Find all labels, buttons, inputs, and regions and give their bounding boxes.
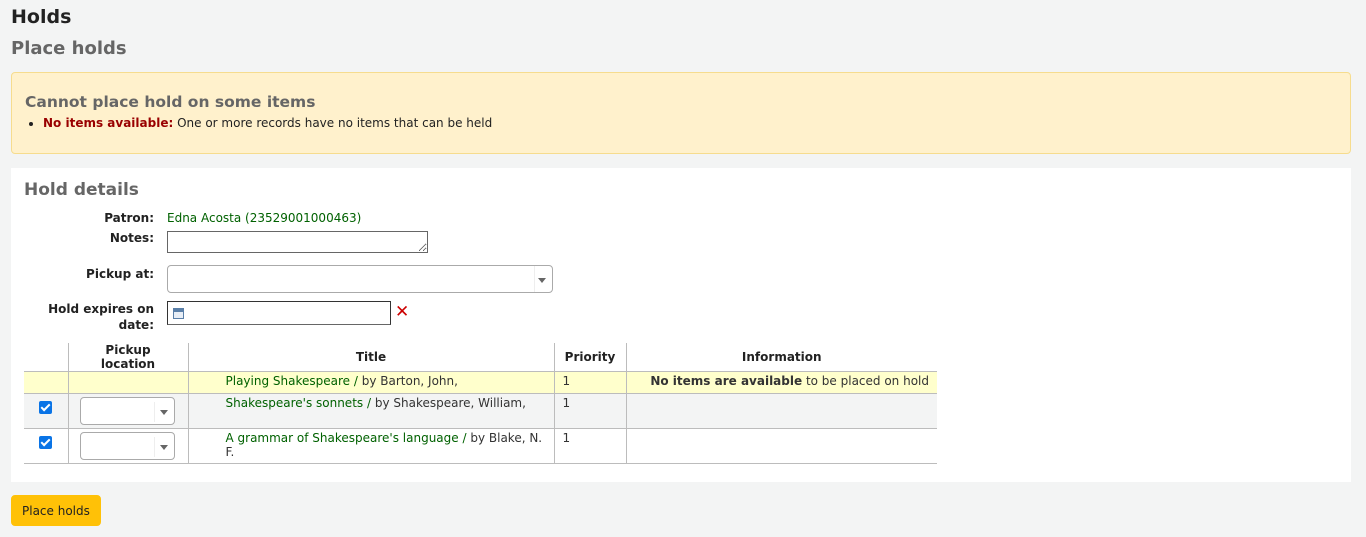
info-cell <box>625 393 937 429</box>
col-title: Title <box>187 343 554 372</box>
hold-details-panel: Hold details Patron: Edna Acosta (235290… <box>11 168 1351 482</box>
patron-label: Patron: <box>104 211 154 225</box>
place-holds-button[interactable]: Place holds <box>11 495 101 526</box>
warning-alert: Cannot place hold on some items No items… <box>11 72 1351 154</box>
calendar-icon[interactable] <box>173 308 184 319</box>
chevron-down-icon <box>153 437 174 457</box>
select-cell <box>24 393 68 429</box>
priority-cell: 1 <box>553 371 626 394</box>
info-cell: No items are available to be placed on h… <box>625 371 937 394</box>
alert-item-text: One or more records have no items that c… <box>173 116 493 130</box>
expires-row: Hold expires on date: ✕ <box>24 301 1338 333</box>
info-bold: No items are available <box>650 374 803 388</box>
pickup-location-select[interactable] <box>79 397 175 425</box>
alert-item-label: No items available: <box>43 116 174 130</box>
title-link[interactable]: A grammar of Shakespeare's language / <box>226 431 467 445</box>
title-cell: Playing Shakespeare / by Barton, John, <box>187 371 554 394</box>
holds-table: Pickup location Title Priority Informati… <box>24 343 937 464</box>
select-cell <box>24 428 68 464</box>
notes-label: Notes: <box>109 231 154 245</box>
alert-item: No items available: One or more records … <box>43 116 1337 130</box>
info-text: to be placed on hold <box>802 374 929 388</box>
page: Holds Place holds Cannot place hold on s… <box>0 0 1366 526</box>
author: by Barton, John, <box>357 374 458 388</box>
table-header-row: Pickup location Title Priority Informati… <box>24 343 937 372</box>
table-row: Shakespeare's sonnets / by Shakespeare, … <box>24 393 937 429</box>
col-priority: Priority <box>553 343 626 372</box>
expires-date-input[interactable] <box>167 301 391 325</box>
page-title: Holds <box>11 6 72 28</box>
clear-date-icon[interactable]: ✕ <box>395 301 409 323</box>
pickup-cell <box>67 371 188 394</box>
pickup-cell <box>67 393 188 429</box>
table-row: A grammar of Shakespeare's language / by… <box>24 428 937 464</box>
notes-row: Notes: <box>24 231 1338 265</box>
pickup-cell <box>67 428 188 464</box>
author: by Shakespeare, William, <box>371 396 526 410</box>
chevron-down-icon <box>534 266 552 292</box>
patron-row: Patron: Edna Acosta (23529001000463) <box>24 211 1338 231</box>
pickup-row: Pickup at: <box>24 265 1338 301</box>
patron-link[interactable]: Edna Acosta (23529001000463) <box>167 211 361 225</box>
alert-title: Cannot place hold on some items <box>25 93 316 111</box>
priority-cell: 1 <box>553 428 626 464</box>
title-cell: A grammar of Shakespeare's language / by… <box>187 428 554 464</box>
pickup-select[interactable] <box>167 265 553 293</box>
title-link[interactable]: Playing Shakespeare / <box>226 374 358 388</box>
select-checkbox[interactable] <box>39 401 53 414</box>
table-row: Playing Shakespeare / by Barton, John, 1… <box>24 371 937 394</box>
col-information: Information <box>625 343 937 372</box>
expires-label: Hold expires on date: <box>48 302 154 332</box>
select-checkbox[interactable] <box>39 436 53 449</box>
pickup-location-select[interactable] <box>79 432 175 460</box>
info-cell <box>625 428 937 464</box>
select-cell <box>24 371 68 394</box>
title-cell: Shakespeare's sonnets / by Shakespeare, … <box>187 393 554 429</box>
col-pickup-location: Pickup location <box>67 343 188 372</box>
chevron-down-icon <box>153 402 174 422</box>
title-link[interactable]: Shakespeare's sonnets / <box>226 396 372 410</box>
alert-list: No items available: One or more records … <box>25 116 1337 130</box>
priority-cell: 1 <box>553 393 626 429</box>
notes-textarea[interactable] <box>167 231 428 253</box>
col-select <box>24 343 68 372</box>
hold-details-title: Hold details <box>24 180 139 200</box>
page-subtitle: Place holds <box>11 38 127 59</box>
pickup-label: Pickup at: <box>86 267 154 281</box>
